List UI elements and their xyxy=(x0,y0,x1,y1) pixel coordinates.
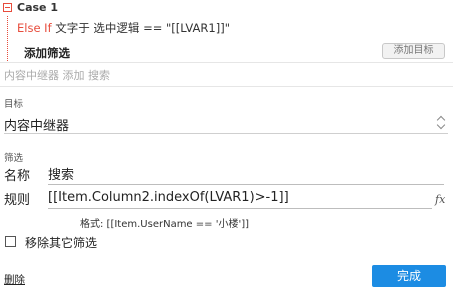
case-condition[interactable]: Else If 文字于 选中逻辑 == "[[LVAR1]]" xyxy=(17,20,230,36)
format-hint: 格式: [[Item.UserName == '小楼']] xyxy=(80,219,250,230)
done-button[interactable]: 完成 xyxy=(372,265,446,287)
action-summary: 内容中继器 添加 搜索 xyxy=(4,69,110,82)
updown-arrow-icon xyxy=(437,113,447,131)
target-select[interactable]: 内容中继器 xyxy=(4,112,448,134)
add-filter-action[interactable]: 添加筛选 xyxy=(24,45,70,61)
rule-label: 规则 xyxy=(4,193,31,208)
case-tree-line xyxy=(7,16,8,61)
divider xyxy=(0,86,453,87)
remove-others-checkbox[interactable] xyxy=(5,236,16,247)
add-target-button[interactable]: 添加目标 xyxy=(382,43,445,59)
collapse-icon[interactable] xyxy=(3,3,12,12)
remove-others-label[interactable]: 移除其它筛选 xyxy=(25,234,97,251)
condition-keyword: Else If xyxy=(17,21,52,35)
divider xyxy=(0,62,453,63)
condition-text: 文字于 选中逻辑 == "[[LVAR1]]" xyxy=(51,21,230,35)
case-title: Case 1 xyxy=(17,1,58,14)
target-select-underline xyxy=(4,133,448,134)
case-header[interactable]: Case 1 xyxy=(0,0,453,16)
target-section-label: 目标 xyxy=(4,99,24,110)
target-select-value: 内容中继器 xyxy=(4,119,70,134)
delete-link[interactable]: 删除 xyxy=(4,272,25,287)
name-label: 名称 xyxy=(4,169,31,184)
filter-rule-input[interactable] xyxy=(48,188,432,209)
filter-section-label: 筛选 xyxy=(4,153,24,164)
fx-icon[interactable]: fx xyxy=(435,193,445,206)
filter-name-input[interactable] xyxy=(48,164,444,185)
